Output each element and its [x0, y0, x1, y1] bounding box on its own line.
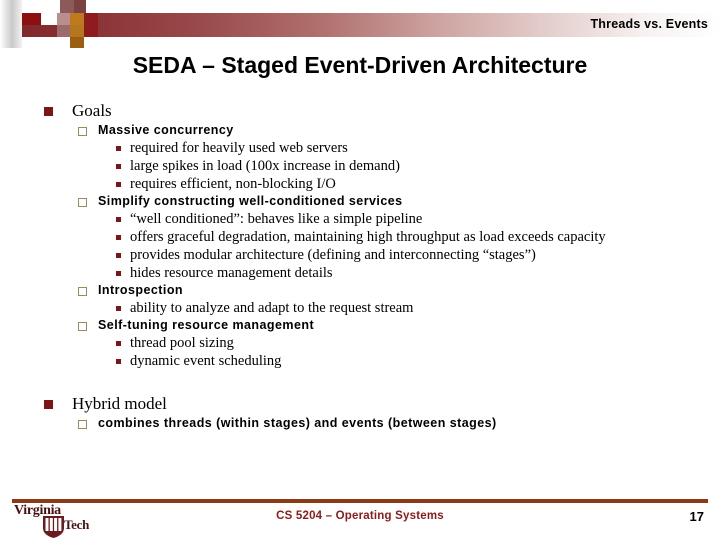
- footer-page-number: 17: [689, 509, 704, 524]
- bullet-level3-label: offers graceful degradation, maintaining…: [130, 229, 606, 245]
- hollow-square-bullet-icon: [78, 420, 87, 429]
- bullet-level1: Hybrid model: [0, 393, 720, 414]
- bullet-level3: required for heavily used web servers: [0, 139, 720, 157]
- bullet-level3: “well conditioned”: behaves like a simpl…: [0, 210, 720, 228]
- bullet-level3-label: hides resource management details: [130, 265, 333, 281]
- small-square-bullet-icon: [116, 306, 121, 311]
- bullet-level2-label: Self-tuning resource management: [98, 318, 315, 332]
- small-square-bullet-icon: [116, 235, 121, 240]
- footer-course-label: CS 5204 – Operating Systems: [276, 510, 444, 522]
- bullet-level2: Massive concurrency: [0, 122, 720, 139]
- small-square-bullet-icon: [116, 182, 121, 187]
- hollow-square-bullet-icon: [78, 287, 87, 296]
- slide-body: Goals Massive concurrency required for h…: [0, 100, 720, 432]
- bullet-level3-label: provides modular architecture (defining …: [130, 247, 536, 263]
- small-square-bullet-icon: [116, 341, 121, 346]
- bullet-level3: thread pool sizing: [0, 334, 720, 352]
- square-bullet-icon: [44, 107, 53, 116]
- small-square-bullet-icon: [116, 164, 121, 169]
- bullet-level2: Self-tuning resource management: [0, 317, 720, 334]
- bullet-level2: Simplify constructing well-conditioned s…: [0, 193, 720, 210]
- bullet-level3-label: “well conditioned”: behaves like a simpl…: [130, 211, 423, 227]
- hollow-square-bullet-icon: [78, 198, 87, 207]
- hollow-square-bullet-icon: [78, 127, 87, 136]
- content-section-goals: Goals Massive concurrency required for h…: [0, 100, 720, 370]
- content-section-hybrid-model: Hybrid model combines threads (within st…: [0, 393, 720, 432]
- bullet-level3-label: required for heavily used web servers: [130, 140, 348, 156]
- bullet-level3: ability to analyze and adapt to the requ…: [0, 299, 720, 317]
- bullet-level2-label: Simplify constructing well-conditioned s…: [98, 194, 403, 208]
- bullet-level3-label: thread pool sizing: [130, 335, 234, 351]
- bullet-level3: provides modular architecture (defining …: [0, 246, 720, 264]
- header-decorative-squares: [0, 0, 130, 48]
- bullet-level3-label: large spikes in load (100x increase in d…: [130, 158, 400, 174]
- small-square-bullet-icon: [116, 253, 121, 258]
- bullet-level2-label: combines threads (within stages) and eve…: [98, 416, 497, 430]
- hollow-square-bullet-icon: [78, 322, 87, 331]
- square-bullet-icon: [44, 400, 53, 409]
- bullet-level1: Goals: [0, 100, 720, 121]
- bullet-level3: requires efficient, non-blocking I/O: [0, 175, 720, 193]
- bullet-level3-label: requires efficient, non-blocking I/O: [130, 176, 336, 192]
- bullet-level2-label: Introspection: [98, 283, 184, 297]
- bullet-level3-label: ability to analyze and adapt to the requ…: [130, 300, 414, 316]
- bullet-level3: dynamic event scheduling: [0, 352, 720, 370]
- bullet-level2: Introspection: [0, 282, 720, 299]
- page-title: SEDA – Staged Event-Driven Architecture: [132, 52, 588, 78]
- bullet-level1-label: Hybrid model: [72, 394, 167, 413]
- bullet-level3: offers graceful degradation, maintaining…: [0, 228, 720, 246]
- small-square-bullet-icon: [116, 271, 121, 276]
- bullet-level3: hides resource management details: [0, 264, 720, 282]
- small-square-bullet-icon: [116, 146, 121, 151]
- header-eyebrow-title: Threads vs. Events: [590, 17, 708, 31]
- small-square-bullet-icon: [116, 359, 121, 364]
- bullet-level1-label: Goals: [72, 101, 112, 120]
- bullet-level2-label: Massive concurrency: [98, 123, 234, 137]
- bullet-level2: combines threads (within stages) and eve…: [0, 415, 720, 432]
- small-square-bullet-icon: [116, 217, 121, 222]
- bullet-level3-label: dynamic event scheduling: [130, 353, 282, 369]
- bullet-level3: large spikes in load (100x increase in d…: [0, 157, 720, 175]
